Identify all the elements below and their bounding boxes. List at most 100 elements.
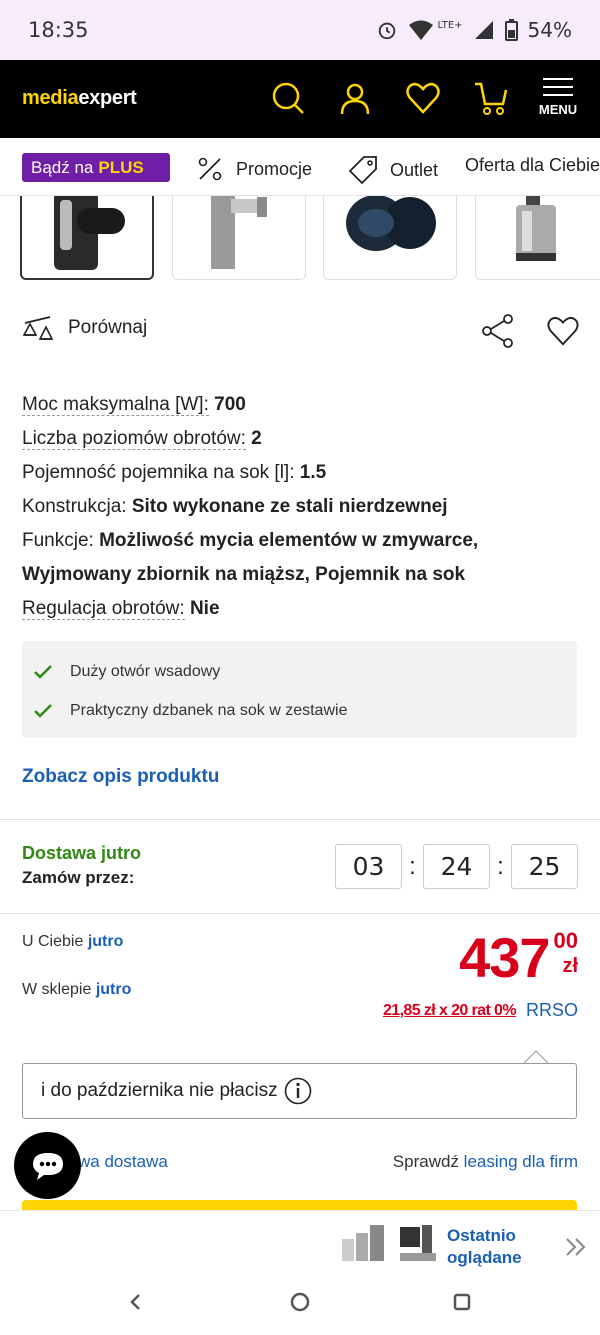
delivery-headline: Dostawa jutro — [22, 843, 142, 863]
menu-button[interactable]: MENU — [536, 78, 580, 122]
plus-badge[interactable]: Bądź na PLUS — [22, 153, 170, 182]
recently-viewed-line: oglądane — [447, 1248, 522, 1267]
price-cents: 00 — [553, 928, 578, 953]
account-icon[interactable] — [337, 80, 373, 116]
spec-key[interactable]: Liczba poziomów obrotów: — [22, 428, 246, 450]
feature-text: Duży otwór wsadowy — [70, 663, 221, 680]
spec-key: Pojemność pojemnika na sok [l]: — [22, 462, 295, 483]
signal-icon — [474, 21, 493, 39]
spec-row: Pojemność pojemnika na sok [l]: 1.5 — [22, 456, 582, 490]
status-time: 18:35 — [28, 18, 89, 42]
battery-level: 54% — [527, 18, 572, 42]
info-icon[interactable] — [284, 1077, 312, 1105]
availability-store: W sklepie jutro — [22, 981, 131, 999]
thumbnail-2[interactable] — [172, 196, 306, 280]
product-image — [54, 196, 125, 270]
home-icon[interactable] — [289, 1291, 311, 1313]
nav-item-label: Promocje — [236, 158, 313, 179]
check-icon — [34, 665, 52, 679]
logo-part-media: media — [22, 87, 79, 109]
network-type: LTE+ — [437, 19, 463, 31]
battery-icon — [504, 19, 518, 41]
recently-viewed-line: Ostatnio — [447, 1226, 516, 1245]
spec-value: 1.5 — [299, 462, 327, 483]
thumbnail-1[interactable] — [20, 196, 154, 280]
plus-badge-word: PLUS — [98, 157, 144, 177]
nav-item-label: Oferta dla Ciebie — [465, 155, 600, 175]
rrso-link[interactable]: RRSO — [526, 1000, 578, 1021]
divider — [0, 819, 600, 820]
product-price: 437 00 zł — [459, 930, 578, 986]
leasing-info: Sprawdź leasing dla firm — [393, 1152, 578, 1172]
tag-icon — [348, 156, 377, 185]
recents-icon[interactable] — [452, 1292, 472, 1312]
spec-row: Liczba poziomów obrotów: 2 — [22, 422, 582, 456]
spec-row: Funkcje: Możliwość mycia elementów w zmy… — [22, 524, 582, 558]
feature-item: Duży otwór wsadowy — [34, 655, 565, 689]
feature-highlights: Duży otwór wsadowy Praktyczny dzbanek na… — [22, 641, 577, 738]
timer-seconds: 25 — [511, 844, 578, 889]
cart-icon[interactable] — [473, 80, 509, 116]
product-specs: Moc maksymalna [W]: 700 Liczba poziomów … — [22, 388, 582, 626]
search-icon[interactable] — [270, 80, 306, 116]
leasing-link[interactable]: leasing dla firm — [464, 1152, 578, 1171]
spec-key[interactable]: Moc maksymalna [W]: — [22, 394, 209, 416]
recently-viewed-bar[interactable]: Ostatnio oglądane — [0, 1210, 600, 1278]
spec-value: Możliwość mycia elementów w zmywarce, — [99, 530, 479, 551]
wishlist-heart-icon[interactable] — [405, 80, 441, 116]
spec-value: Wyjmowany zbiornik na miąższ, Pojemnik n… — [22, 564, 466, 585]
back-icon[interactable] — [126, 1292, 146, 1312]
logo-part-expert: expert — [78, 87, 137, 109]
thumbnail-4[interactable] — [475, 196, 600, 280]
timer-separator: : — [497, 852, 504, 880]
spec-value: 700 — [214, 394, 246, 415]
recent-product-thumb-2[interactable] — [398, 1223, 440, 1267]
recent-product-thumb-1[interactable] — [340, 1225, 386, 1265]
product-image — [211, 196, 267, 269]
menu-label: MENU — [538, 102, 578, 117]
spec-key[interactable]: Regulacja obrotów: — [22, 598, 185, 620]
product-actions: Porównaj — [0, 305, 600, 355]
availability-value[interactable]: jutro — [96, 981, 132, 998]
spec-key: Konstrukcja: — [22, 496, 127, 517]
alarm-icon — [378, 22, 395, 40]
status-icons: LTE+ 54% — [376, 18, 572, 42]
percent-icon — [198, 157, 222, 181]
spec-row-continued: Wyjmowany zbiornik na miąższ, Pojemnik n… — [22, 558, 582, 592]
leasing-prefix: Sprawdź — [392, 1152, 459, 1171]
double-chevron-right-icon[interactable] — [565, 1237, 587, 1257]
feature-text: Praktyczny dzbanek na sok w zestawie — [70, 702, 348, 719]
logo[interactable]: mediaexpert — [22, 87, 137, 110]
status-bar: 18:35 LTE+ 54% — [0, 0, 600, 60]
nav-item-label: Outlet — [390, 159, 439, 180]
chat-bubble-icon — [32, 1152, 63, 1180]
timer-separator: : — [409, 852, 416, 880]
nav-item-promocje[interactable]: Promocje — [196, 155, 312, 183]
spec-key: Funkcje: — [22, 530, 94, 551]
order-by-label: Zamów przez: — [22, 868, 135, 887]
bottom-links: wa dostawa Sprawdź leasing dla firm — [0, 1150, 600, 1178]
countdown-timer: 03 : 24 : 25 — [335, 844, 578, 889]
deferred-payment-box[interactable]: i do października nie płacisz — [22, 1063, 577, 1119]
see-description-link[interactable]: Zobacz opis produktu — [22, 766, 219, 788]
check-icon — [34, 704, 52, 718]
spec-value: Nie — [189, 598, 220, 619]
wifi-icon — [408, 20, 433, 40]
compare-button[interactable]: Porównaj — [22, 313, 147, 343]
feature-item: Praktyczny dzbanek na sok w zestawie — [34, 694, 565, 728]
favorite-heart-icon[interactable] — [546, 315, 580, 347]
availability-value[interactable]: jutro — [88, 933, 124, 950]
installments-link[interactable]: 21,85 zł x 20 rat 0% — [383, 1002, 517, 1020]
nav-item-outlet[interactable]: Outlet — [348, 155, 438, 185]
nav-item-oferta[interactable]: Oferta dla Ciebie — [465, 155, 600, 176]
site-header: mediaexpert MENU — [0, 60, 600, 138]
share-icon[interactable] — [480, 313, 516, 349]
compare-label: Porównaj — [68, 317, 148, 338]
thumbnail-3[interactable] — [323, 196, 457, 280]
divider — [0, 913, 600, 914]
availability-label: U Ciebie — [22, 933, 84, 950]
delivery-link[interactable]: wa dostawa — [78, 1152, 168, 1172]
chat-button[interactable] — [14, 1132, 81, 1199]
recently-viewed-label: Ostatnio oglądane — [447, 1225, 522, 1269]
spec-row: Konstrukcja: Sito wykonane ze stali nier… — [22, 490, 582, 524]
